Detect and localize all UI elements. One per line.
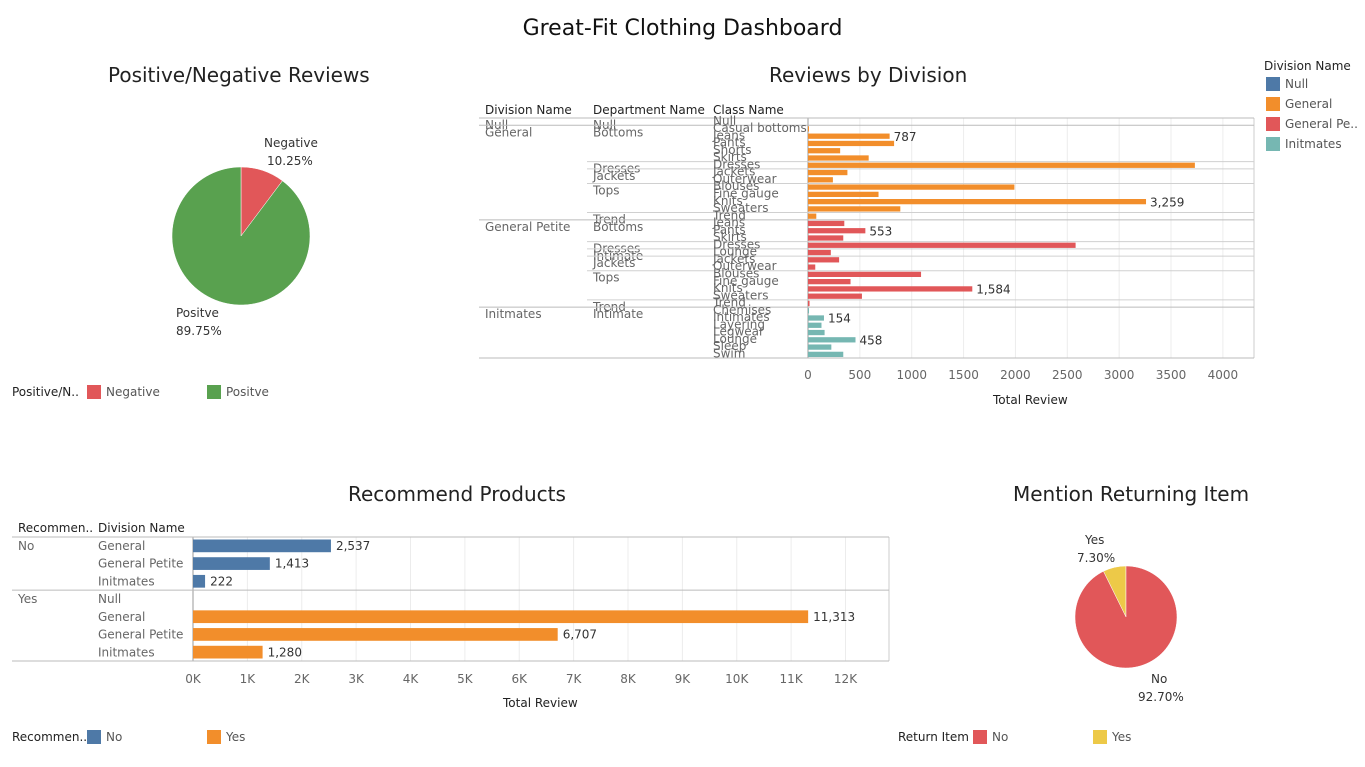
division-legend-label: General Pe.. bbox=[1285, 117, 1358, 131]
legend-item-return-yes[interactable]: Yes bbox=[1093, 730, 1131, 744]
division-legend-label: Null bbox=[1285, 77, 1309, 91]
yes-slice-label: Yes bbox=[1085, 533, 1105, 547]
recommend-division-label: General bbox=[98, 610, 145, 624]
recommend-division-label: General Petite bbox=[98, 628, 183, 642]
recommend-group-label: No bbox=[18, 539, 34, 553]
recommend-bar-label: 2,537 bbox=[336, 539, 370, 553]
recommend-x-tick: 3K bbox=[348, 672, 365, 686]
division-legend-item-petite[interactable]: General Pe.. bbox=[1266, 117, 1358, 131]
recommend-bar-label: 1,413 bbox=[275, 557, 309, 571]
division-legend-item-null[interactable]: Null bbox=[1266, 77, 1308, 91]
division-x-tick: 1500 bbox=[948, 368, 979, 382]
recommend-x-tick: 12K bbox=[834, 672, 858, 686]
division-bar-label: 1,584 bbox=[976, 283, 1010, 297]
legend-item-return-no[interactable]: No bbox=[973, 730, 1008, 744]
division-legend-item-general[interactable]: General bbox=[1266, 97, 1332, 111]
pie-slice-no bbox=[1074, 565, 1178, 669]
division-legend-item-intimates[interactable]: Initmates bbox=[1266, 137, 1342, 151]
general-swatch bbox=[1266, 97, 1280, 111]
recommend-division-label: General Petite bbox=[98, 557, 183, 571]
return-legend: Return Item bbox=[898, 730, 969, 744]
legend-label-return-no: No bbox=[992, 730, 1009, 744]
division-legend-label: Initmates bbox=[1285, 137, 1342, 151]
division-legend-title: Division Name bbox=[1264, 59, 1351, 73]
recommend-bar-label: 1,280 bbox=[268, 645, 302, 659]
recommend-bar bbox=[193, 539, 331, 553]
recommend-division-label: Null bbox=[98, 592, 121, 606]
recommend-x-tick: 0K bbox=[185, 672, 202, 686]
recommend-group-label: Yes bbox=[17, 592, 37, 606]
null-swatch bbox=[1266, 77, 1280, 91]
recommend-x-tick: 1K bbox=[240, 672, 257, 686]
recommend-xlabel: Total Review bbox=[503, 696, 578, 710]
division-legend-label: General bbox=[1285, 97, 1333, 111]
legend-label-return-yes: Yes bbox=[1112, 730, 1132, 744]
return-no-swatch bbox=[973, 730, 987, 744]
return-legend-title: Return Item bbox=[898, 730, 969, 744]
recommend-division-label: Initmates bbox=[98, 645, 155, 659]
recommend-products-chart: 0K 1K 2K 3K 4K 5K 6K 7K 8K 9K 10K 11K 12K No General 2,… bbox=[12, 536, 890, 686]
legend-label-rec-no: No bbox=[106, 730, 123, 744]
division-x-tick: 4000 bbox=[1208, 368, 1239, 382]
no-slice-value: 92.70% bbox=[1138, 690, 1184, 704]
recommend-x-tick: 8K bbox=[620, 672, 637, 686]
recommend-x-tick: 7K bbox=[566, 672, 583, 686]
division-x-tick: 2500 bbox=[1052, 368, 1083, 382]
division-bar-label: 3,259 bbox=[1150, 195, 1184, 209]
recommend-x-tick: 5K bbox=[457, 672, 474, 686]
recommend-bar bbox=[193, 574, 206, 588]
legend-item-rec-yes[interactable]: Yes bbox=[207, 730, 245, 744]
recommend-bar bbox=[193, 610, 809, 624]
rec-yes-swatch bbox=[207, 730, 221, 744]
recommend-bar-label: 6,707 bbox=[563, 628, 597, 642]
no-slice-label: No bbox=[1151, 672, 1168, 686]
division-x-tick: 2000 bbox=[1000, 368, 1031, 382]
recommend-bar bbox=[193, 645, 263, 659]
recommend-x-tick: 6K bbox=[511, 672, 528, 686]
recommend-division-label: General bbox=[98, 539, 145, 553]
legend-item-rec-no[interactable]: No bbox=[87, 730, 122, 744]
recommend-bar-label: 222 bbox=[210, 574, 233, 588]
recommend-bar bbox=[193, 557, 270, 570]
recommend-x-tick: 11K bbox=[780, 672, 804, 686]
intimates-swatch bbox=[1266, 137, 1280, 151]
division-xlabel: Total Review bbox=[993, 393, 1068, 407]
returning-pie-chart bbox=[1074, 565, 1178, 669]
division-x-tick: 1000 bbox=[896, 368, 927, 382]
recommend-division-label: Initmates bbox=[98, 574, 155, 588]
recommend-x-tick: 9K bbox=[675, 672, 692, 686]
recommend-x-tick: 2K bbox=[294, 672, 311, 686]
petite-swatch bbox=[1266, 117, 1280, 131]
recommend-bar bbox=[193, 628, 558, 641]
recommend-legend-title: Recommen.. bbox=[12, 730, 88, 744]
legend-label-rec-yes: Yes bbox=[226, 730, 246, 744]
return-yes-swatch bbox=[1093, 730, 1107, 744]
recommend-legend: Recommen.. bbox=[12, 730, 87, 744]
division-x-tick: 3500 bbox=[1156, 368, 1187, 382]
division-x-tick: 3000 bbox=[1104, 368, 1135, 382]
recommend-bar-label: 11,313 bbox=[813, 610, 855, 624]
recommend-x-tick: 10K bbox=[725, 672, 749, 686]
rec-no-swatch bbox=[87, 730, 101, 744]
recommend-x-tick: 4K bbox=[403, 672, 420, 686]
returning-chart-title: Mention Returning Item bbox=[1013, 482, 1250, 506]
yes-slice-value: 7.30% bbox=[1077, 551, 1116, 565]
